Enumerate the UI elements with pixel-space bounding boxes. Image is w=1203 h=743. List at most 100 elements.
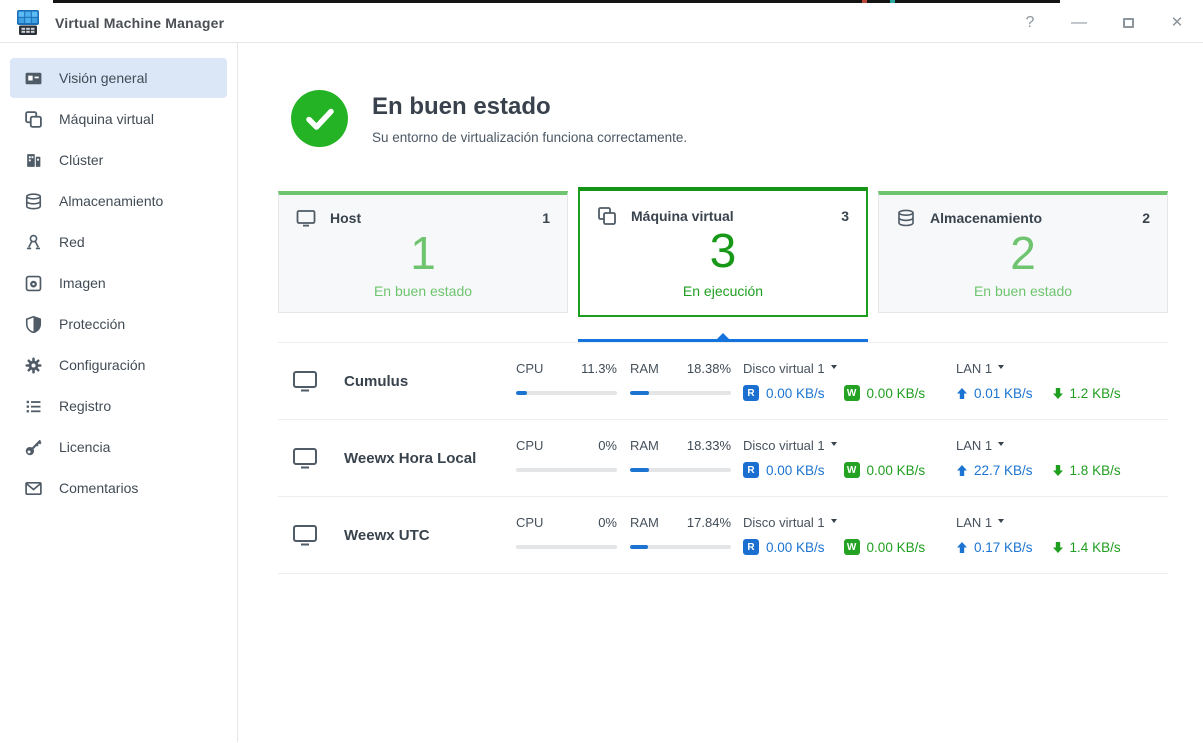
cpu-bar <box>516 391 617 395</box>
background-window-edge <box>0 0 1203 3</box>
sidebar-item-red[interactable]: Red <box>10 222 227 262</box>
gear-icon <box>24 356 43 375</box>
ram-bar <box>630 468 731 472</box>
status-subtitle: Su entorno de virtualización funciona co… <box>372 130 687 145</box>
write-badge: W <box>844 462 860 478</box>
disk-dropdown[interactable]: Disco virtual 1 <box>743 438 837 453</box>
minimize-button[interactable]: — <box>1071 15 1087 31</box>
read-badge: R <box>743 385 759 401</box>
virtual-machine-icon <box>24 110 43 129</box>
card-state: En ejecución <box>580 283 866 299</box>
card-host[interactable]: Host 1 1 En buen estado <box>278 191 568 313</box>
disk-read-value: 0.00 KB/s <box>766 386 825 401</box>
lan-stat: LAN 1 0.01 KB/s 1.2 KB/s <box>956 360 1168 402</box>
write-badge: W <box>844 385 860 401</box>
download-arrow-icon <box>1052 464 1064 477</box>
envelope-icon <box>24 479 43 498</box>
lan-down-value: 1.8 KB/s <box>1070 463 1121 478</box>
vm-row-weewx-hora-local: Weewx Hora Local CPU0% RAM18.33% Disco v… <box>278 420 1168 497</box>
vm-name: Cumulus <box>344 373 504 390</box>
card-count: 2 <box>1142 210 1150 226</box>
read-badge: R <box>743 539 759 555</box>
overview-panel: En buen estado Su entorno de virtualizac… <box>238 43 1203 742</box>
overview-icon <box>24 69 43 88</box>
disk-dropdown[interactable]: Disco virtual 1 <box>743 361 837 376</box>
cpu-label: CPU <box>516 438 543 453</box>
chevron-down-icon <box>831 365 837 369</box>
monitor-icon <box>292 523 318 547</box>
lan-dropdown[interactable]: LAN 1 <box>956 361 1004 376</box>
lan-dropdown[interactable]: LAN 1 <box>956 515 1004 530</box>
image-icon <box>24 274 43 293</box>
disk-stat: Disco virtual 1 R 0.00 KB/s W 0.00 KB/s <box>743 437 944 479</box>
summary-cards: Host 1 1 En buen estado Máquina virtual … <box>278 191 1168 317</box>
shield-icon <box>24 315 43 334</box>
write-badge: W <box>844 539 860 555</box>
ram-value: 18.33% <box>687 438 731 453</box>
lan-up-value: 22.7 KB/s <box>974 463 1033 478</box>
sidebar-item-proteccion[interactable]: Protección <box>10 304 227 344</box>
maximize-button[interactable] <box>1120 15 1136 31</box>
sidebar-item-registro[interactable]: Registro <box>10 386 227 426</box>
lan-up-value: 0.17 KB/s <box>974 540 1033 555</box>
ram-stat: RAM18.38% <box>630 360 731 402</box>
sidebar: Visión general Máquina virtual Clúster <box>0 43 238 742</box>
vm-row-cumulus: Cumulus CPU11.3% RAM18.38% Disco virtual… <box>278 343 1168 420</box>
sidebar-item-comentarios[interactable]: Comentarios <box>10 468 227 508</box>
cpu-value: 0% <box>598 515 617 530</box>
background-window-strip <box>53 0 1060 3</box>
sidebar-item-label: Protección <box>59 316 125 332</box>
log-list-icon <box>24 397 43 416</box>
download-arrow-icon <box>1052 541 1064 554</box>
sidebar-item-configuracion[interactable]: Configuración <box>10 345 227 385</box>
card-title: Almacenamiento <box>930 210 1142 226</box>
sidebar-item-cluster[interactable]: Clúster <box>10 140 227 180</box>
lan-dropdown[interactable]: LAN 1 <box>956 438 1004 453</box>
help-button[interactable]: ? <box>1022 15 1038 31</box>
vm-list: Cumulus CPU11.3% RAM18.38% Disco virtual… <box>278 343 1203 574</box>
storage-icon <box>24 192 43 211</box>
disk-read-value: 0.00 KB/s <box>766 463 825 478</box>
sidebar-item-maquina-virtual[interactable]: Máquina virtual <box>10 99 227 139</box>
read-badge: R <box>743 462 759 478</box>
ram-label: RAM <box>630 515 659 530</box>
sidebar-item-imagen[interactable]: Imagen <box>10 263 227 303</box>
selected-card-indicator <box>578 339 868 342</box>
sidebar-item-vision-general[interactable]: Visión general <box>10 58 227 98</box>
status-title: En buen estado <box>372 93 687 121</box>
health-status: En buen estado Su entorno de virtualizac… <box>291 90 1203 147</box>
upload-arrow-icon <box>956 464 968 477</box>
list-divider <box>278 342 1168 343</box>
cpu-stat: CPU0% <box>516 437 617 479</box>
card-maquina-virtual[interactable]: Máquina virtual 3 3 En ejecución <box>578 187 868 317</box>
chevron-down-icon <box>998 365 1004 369</box>
card-almacenamiento[interactable]: Almacenamiento 2 2 En buen estado <box>878 191 1168 313</box>
sidebar-item-label: Licencia <box>59 439 110 455</box>
cpu-label: CPU <box>516 515 543 530</box>
sidebar-item-label: Red <box>59 234 85 250</box>
monitor-icon <box>292 369 318 393</box>
sidebar-item-label: Configuración <box>59 357 145 373</box>
cpu-bar <box>516 468 617 472</box>
sidebar-item-licencia[interactable]: Licencia <box>10 427 227 467</box>
sidebar-item-label: Máquina virtual <box>59 111 154 127</box>
ram-value: 18.38% <box>687 361 731 376</box>
lan-down-value: 1.2 KB/s <box>1070 386 1121 401</box>
vm-name: Weewx UTC <box>344 527 504 544</box>
chevron-down-icon <box>998 442 1004 446</box>
sidebar-item-almacenamiento[interactable]: Almacenamiento <box>10 181 227 221</box>
cpu-stat: CPU11.3% <box>516 360 617 402</box>
close-button[interactable]: ✕ <box>1169 15 1185 31</box>
key-icon <box>24 438 43 457</box>
lan-stat: LAN 1 0.17 KB/s 1.4 KB/s <box>956 514 1168 556</box>
disk-dropdown[interactable]: Disco virtual 1 <box>743 515 837 530</box>
download-arrow-icon <box>1052 387 1064 400</box>
virtual-machine-icon <box>597 206 617 226</box>
card-title: Host <box>330 210 542 226</box>
monitor-icon <box>296 208 316 228</box>
network-icon <box>24 233 43 252</box>
ram-stat: RAM 17.84% <box>630 514 731 556</box>
card-number: 1 <box>279 230 567 276</box>
ram-bar <box>630 545 731 549</box>
ram-value: 17.84% <box>687 515 731 530</box>
